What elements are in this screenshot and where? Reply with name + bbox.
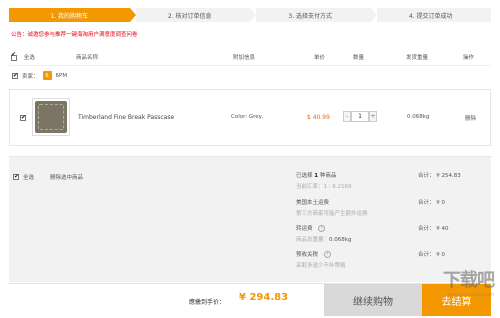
step-submit: 4. 提交订单成功 [370,8,491,22]
col-unit-price: 单价 [314,55,326,61]
select-all-checkbox[interactable] [11,54,17,61]
exchange-rate: 当前汇率：1 : 6.2169 [296,184,352,190]
quantity-input[interactable]: 1 [351,111,369,122]
continue-shopping-button[interactable]: 继续购物 [324,284,422,316]
seller-checkbox[interactable] [12,72,18,79]
quantity-stepper: - 1 + [343,111,377,122]
select-all-header[interactable]: 全选 [11,53,35,61]
step-confirm-order: 2. 核对订单信息 [129,8,256,22]
product-name-link[interactable]: Timberland Fine Break Passcase [78,114,174,121]
step-cart: 1. 我的购物车 [9,8,135,22]
selected-count: 1 [314,173,319,179]
total-weight: 商品总重量：0.068kg [296,235,351,243]
us-shipping-title: 美国本土运费 [296,200,330,206]
summary-select-all-label: 全选 [23,175,35,181]
transfer-fee-label: 合计： [418,226,435,232]
checkout-button[interactable]: 去结算 [422,284,491,316]
seller-row: 卖家： 6 6PM [12,71,67,80]
total-amount: ¥ 294.83 [239,292,289,303]
select-all-label: 全选 [23,55,35,61]
delete-item-link[interactable]: 删除 [465,114,476,122]
total-weight-value: 0.068kg [329,237,352,243]
prepaid-tax-label: 合计： [418,252,435,258]
cart-item-row: Timberland Fine Break Passcase Color: Gr… [9,89,491,146]
product-attributes: Color: Grey, [231,114,264,120]
transfer-fee-total: 合计： ¥ 40 [418,224,449,232]
order-summary: 全选 删除选中商品 已选择 1 种商品 当前汇率：1 : 6.2169 合计： … [9,156,491,282]
us-shipping-line: 美国本土运费 第三方商家可能产生额外运费 [296,198,368,217]
product-weight: 0.068kg [407,114,430,120]
product-price: $ 40.99 [307,114,330,121]
checkout-bar: 應繳到手价： ¥ 294.83 继续购物 去结算 [9,283,491,316]
product-thumbnail[interactable] [32,98,70,136]
us-shipping-total: 合计： ¥ 0 [418,198,445,206]
transfer-fee-title: 转运费 [296,226,313,232]
prepaid-tax-title: 预收关税 [296,252,319,258]
prepaid-tax-value: ¥ 0 [436,252,446,258]
seller-name[interactable]: 6PM [56,73,68,79]
announcement-link[interactable]: 公告：诚邀您参与推荐一键海淘用户满意度调查问卷 [11,30,138,38]
prepaid-tax-note: 采取多退少不补策略 [296,263,346,269]
checkout-progress: 1. 我的购物车 2. 核对订单信息 3. 选择支付方式 4. 提交订单成功 [9,8,491,22]
subtotal-value: ¥ 254.83 [436,173,461,179]
subtotal-line: 合计： ¥ 254.83 [418,171,461,179]
summary-actions: 全选 删除选中商品 [13,173,83,181]
transfer-fee-value: ¥ 40 [436,226,449,232]
col-product-name: 商品名称 [76,55,99,61]
prepaid-tax-total: 合计： ¥ 0 [418,250,445,258]
summary-select-all-checkbox[interactable] [13,173,19,180]
subtotal-label: 合计： [418,173,435,179]
help-icon[interactable]: ? [323,251,331,258]
total-weight-label: 商品总重量： [296,237,330,243]
delete-selected-link[interactable]: 删除选中商品 [50,173,83,181]
seller-icon: 6 [42,71,52,80]
col-weight: 发货重量 [406,55,429,61]
transfer-fee-line: 转运费 ? 商品总重量：0.068kg [296,224,351,243]
step-payment: 3. 选择支付方式 [250,8,376,22]
selected-count-line: 已选择 1 种商品 当前汇率：1 : 6.2169 [296,171,352,190]
prepaid-tax-line: 预收关税 ? 采取多退少不补策略 [296,250,346,269]
quantity-increase-button[interactable]: + [369,111,377,122]
us-shipping-note: 第三方商家可能产生额外运费 [296,211,368,217]
us-shipping-value: ¥ 0 [436,200,446,206]
selected-prefix: 已选择 [296,173,313,179]
col-action: 操作 [463,55,475,61]
col-attributes: 附加信息 [233,55,256,61]
selected-suffix: 种商品 [319,173,337,179]
total-label: 應繳到手价： [189,299,226,306]
seller-label: 卖家： [22,73,39,80]
cart-table-header: 全选 商品名称 附加信息 单价 数量 发货重量 操作 [9,46,491,66]
us-shipping-label: 合计： [418,200,435,206]
help-icon[interactable]: ? [318,225,326,232]
col-quantity: 数量 [353,55,365,61]
quantity-decrease-button[interactable]: - [343,111,351,122]
item-checkbox[interactable] [20,114,26,121]
